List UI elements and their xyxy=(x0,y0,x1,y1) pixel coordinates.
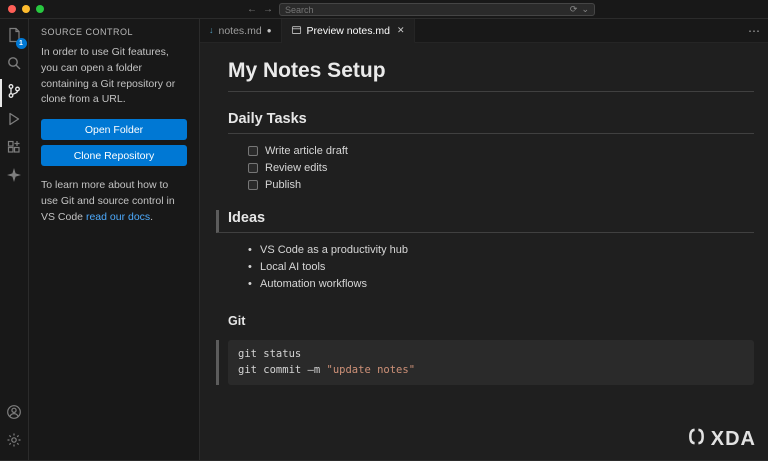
sidebar-item-extensions[interactable] xyxy=(0,135,29,163)
explorer-badge: 1 xyxy=(15,38,27,49)
daily-tasks-heading: Daily Tasks xyxy=(228,111,754,134)
watermark-text: XDA xyxy=(710,427,756,450)
code-string: "update notes" xyxy=(326,364,416,377)
editor-group: ↓ notes.md ● Preview notes.md ✕ ⋯ My Not… xyxy=(200,19,768,460)
open-folder-button[interactable]: Open Folder xyxy=(41,119,187,140)
close-tab-icon[interactable]: ✕ xyxy=(397,26,405,35)
task-label: Write article draft xyxy=(265,145,348,157)
sidebar-item-source-control[interactable] xyxy=(0,79,29,107)
source-control-icon xyxy=(6,83,22,104)
ideas-heading: Ideas xyxy=(216,210,754,233)
task-checkbox[interactable] xyxy=(248,180,258,190)
list-item: Local AI tools xyxy=(248,261,754,273)
command-center-search[interactable]: ⟳ ⌄ xyxy=(279,3,595,16)
close-window-button[interactable] xyxy=(8,5,16,13)
code-line: git status xyxy=(238,348,302,360)
sidebar-item-explorer[interactable]: 1 xyxy=(0,23,29,51)
preview-title: My Notes Setup xyxy=(228,59,754,92)
search-input[interactable] xyxy=(285,4,566,15)
forward-icon[interactable]: → xyxy=(263,4,273,15)
accounts-button[interactable] xyxy=(0,400,29,428)
gear-icon xyxy=(6,432,22,453)
task-item: Write article draft xyxy=(248,145,754,157)
task-label: Review edits xyxy=(265,162,328,174)
git-heading: Git xyxy=(228,314,246,328)
markdown-preview-icon xyxy=(291,25,302,36)
traffic-lights xyxy=(8,5,44,13)
watermark: XDA xyxy=(687,427,756,451)
source-control-panel: SOURCE CONTROL In order to use Git featu… xyxy=(29,19,200,460)
editor-more-actions-icon[interactable]: ⋯ xyxy=(748,19,760,43)
task-list: Write article draft Review edits Publish xyxy=(228,145,754,191)
extensions-icon xyxy=(6,139,22,160)
markdown-file-icon: ↓ xyxy=(209,25,214,35)
read-our-docs-link[interactable]: read our docs xyxy=(86,211,150,223)
task-checkbox[interactable] xyxy=(248,146,258,156)
sidebar-title: SOURCE CONTROL xyxy=(41,27,134,37)
tab-bar: ↓ notes.md ● Preview notes.md ✕ ⋯ xyxy=(200,19,768,43)
search-icon xyxy=(6,55,22,76)
zoom-window-button[interactable] xyxy=(36,5,44,13)
sidebar-item-run-debug[interactable] xyxy=(0,107,29,135)
modified-dot-icon[interactable]: ● xyxy=(267,26,272,35)
task-item: Publish xyxy=(248,179,754,191)
list-item: VS Code as a productivity hub xyxy=(248,244,754,256)
code-block: git status git commit —m "update notes" xyxy=(228,340,754,385)
chevron-down-icon[interactable]: ⌄ xyxy=(581,5,589,14)
task-label: Publish xyxy=(265,179,302,191)
clone-repository-button[interactable]: Clone Repository xyxy=(41,145,187,166)
code-block-wrapper: git status git commit —m "update notes" xyxy=(216,340,754,385)
scm-intro-text: In order to use Git features, you can op… xyxy=(41,46,176,106)
xda-logo-icon xyxy=(687,427,706,451)
manage-button[interactable] xyxy=(0,428,29,456)
tab-label: Preview notes.md xyxy=(306,24,390,37)
account-icon xyxy=(6,404,22,425)
activity-bar: 1 xyxy=(0,19,29,460)
sync-icon[interactable]: ⟳ xyxy=(570,5,578,14)
tab-preview-notes-md[interactable]: Preview notes.md ✕ xyxy=(281,19,415,43)
minimize-window-button[interactable] xyxy=(22,5,30,13)
tab-notes-md[interactable]: ↓ notes.md ● xyxy=(200,19,282,42)
copilot-sparkle-icon xyxy=(6,167,22,188)
list-item: Automation workflows xyxy=(248,278,754,290)
docs-text-after: . xyxy=(150,210,154,223)
tab-label: notes.md xyxy=(218,24,262,37)
scm-docs-text: To learn more about how to use Git and s… xyxy=(41,178,187,225)
run-debug-icon xyxy=(6,111,22,132)
sidebar-item-copilot[interactable] xyxy=(0,163,29,191)
main-area: 1 SOURCE CONTROL In order to use Git fea… xyxy=(0,19,768,460)
title-bar: ← → ⟳ ⌄ xyxy=(0,0,768,19)
task-item: Review edits xyxy=(248,162,754,174)
vscode-window: ← → ⟳ ⌄ 1 xyxy=(0,0,768,461)
ideas-list: VS Code as a productivity hub Local AI t… xyxy=(228,244,754,290)
back-icon[interactable]: ← xyxy=(247,4,257,15)
code-line: git commit —m "update notes" xyxy=(238,364,416,377)
markdown-preview-pane: My Notes Setup Daily Tasks Write article… xyxy=(200,43,768,460)
sidebar-item-search[interactable] xyxy=(0,51,29,79)
task-checkbox[interactable] xyxy=(248,163,258,173)
titlebar-center: ← → ⟳ ⌄ xyxy=(247,0,595,19)
